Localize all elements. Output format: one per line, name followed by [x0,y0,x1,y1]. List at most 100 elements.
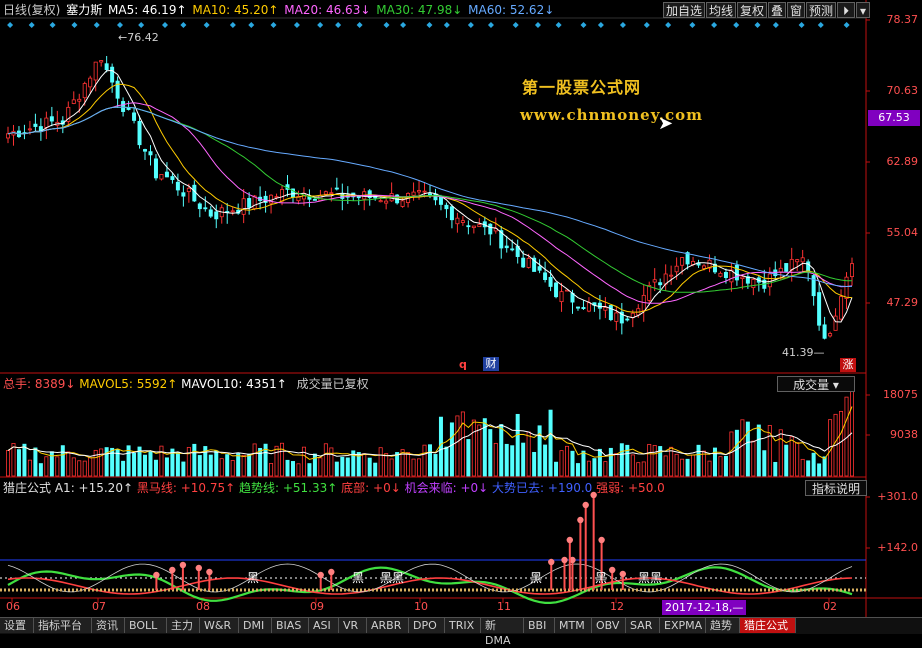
x-axis-month: 12 [610,600,624,613]
ma-line-button[interactable]: 均线 [706,2,736,18]
volume-bar [285,459,290,477]
volume-bar [597,448,602,477]
volume-bar [466,439,471,477]
heima-label: 黑黑 [380,571,405,585]
volume-bar [586,460,591,477]
event-diamond [49,22,56,28]
candle-body [433,193,438,201]
volume-bar [532,451,537,477]
tab-15[interactable]: MTM [555,618,592,633]
tab-2[interactable]: 资讯 [92,618,125,633]
tab-5[interactable]: W&R [200,618,239,633]
event-diamond [71,22,78,28]
tab-0[interactable]: 设置 [0,618,34,633]
indicator-spike-dot [582,501,589,509]
candle-body [674,265,679,273]
volume-bar [280,442,285,477]
restore-rights-button[interactable]: 复权 [737,2,767,18]
candle-body [159,174,164,180]
ma10-value: MA10: 45.20↑ [192,3,279,17]
tab-20[interactable]: 猎庄公式 [740,618,796,633]
tab-19[interactable]: 趋势 [706,618,740,633]
event-diamond [733,22,740,28]
trend-value: 趋势线: +51.33↑ [239,481,338,495]
candle-body [197,203,202,210]
tab-17[interactable]: SAR [626,618,660,633]
forecast-button[interactable]: 预测 [806,2,836,18]
candle-body [751,279,756,289]
volume-bar [373,462,378,477]
event-diamond [317,22,324,28]
tab-10[interactable]: ARBR [367,618,409,633]
volume-bar [608,447,613,477]
volume-bar [702,450,707,477]
x-axis-month: 09 [310,600,324,613]
indicator-tab-bar: 设置 指标平台 资讯 BOLL 主力 W&R DMI BIAS ASI VR ARBR DPO TRIX… [0,617,922,647]
volume-bar [745,421,750,477]
chart-canvas[interactable] [0,0,922,633]
volume-bar [66,451,71,477]
candle-body [718,272,723,277]
candle-body [603,307,608,311]
tab-7[interactable]: BIAS [272,618,309,633]
add-watchlist-button[interactable]: 加自选 [663,2,705,18]
chevron-down-icon[interactable]: ▾ [856,2,870,18]
volume-bar [839,410,844,477]
watermark-url: www.chnmoney.com [520,106,703,124]
candle-body [449,206,454,221]
candle-body [77,98,82,102]
event-diamond [467,22,474,28]
tab-6[interactable]: DMI [239,618,272,633]
event-diamond [116,22,123,28]
volume-bar [455,415,460,477]
expand-right-icon[interactable]: ⏵ [837,2,855,18]
volume-adjusted-note: 成交量已复权 [296,377,369,391]
tab-8[interactable]: ASI [309,618,339,633]
ma20-value: MA20: 46.63↓ [284,3,371,17]
volume-bar [269,462,274,477]
tab-12[interactable]: TRIX [445,618,481,633]
candle-body [164,171,169,178]
heima-label: 黑 [247,571,260,585]
event-diamond [383,22,390,28]
volume-bar [345,457,350,477]
tab-11[interactable]: DPO [409,618,445,633]
tab-3[interactable]: BOLL [125,618,167,633]
tab-13[interactable]: 新DMA [481,618,524,647]
tab-9[interactable]: VR [339,618,367,633]
volume-bar [307,463,312,477]
volume-bar [11,442,16,477]
volume-indicator-select[interactable]: 成交量 ▾ [777,376,855,392]
volume-bar [411,458,416,477]
event-diamond [643,22,650,28]
volume-bar [93,449,98,477]
volume-bar [718,456,723,477]
candle-body [192,184,197,202]
volume-bar [471,419,476,477]
mavol10-value: MAVOL10: 4351↑ [181,377,287,391]
volume-bar [526,431,531,477]
q-badge[interactable]: q [459,357,467,373]
volume-bar [619,443,624,477]
tab-1[interactable]: 指标平台 [34,618,92,633]
indicator-help-button[interactable]: 指标说明 [805,480,867,496]
tab-14[interactable]: BBI [524,618,555,633]
tab-16[interactable]: OBV [592,618,626,633]
candle-body [33,123,38,127]
volume-bar [460,411,465,477]
volume-bar [406,452,411,477]
limit-up-badge: 涨 [840,358,856,372]
window-button[interactable]: 窗 [787,2,805,18]
volume-bar [433,454,438,477]
ma30-value: MA30: 47.98↓ [376,3,463,17]
tab-18[interactable]: EXPMA [660,618,706,633]
price-axis-tick: 47.29 [886,296,919,309]
mouse-cursor-icon: ➤ [658,113,674,134]
candle-body [82,83,87,99]
tab-4[interactable]: 主力 [167,618,200,633]
volume-bar [669,446,674,477]
finance-badge[interactable]: 财 [483,357,499,371]
event-diamond [689,22,696,28]
overlay-button[interactable]: 叠 [768,2,786,18]
volume-bar [230,460,235,477]
